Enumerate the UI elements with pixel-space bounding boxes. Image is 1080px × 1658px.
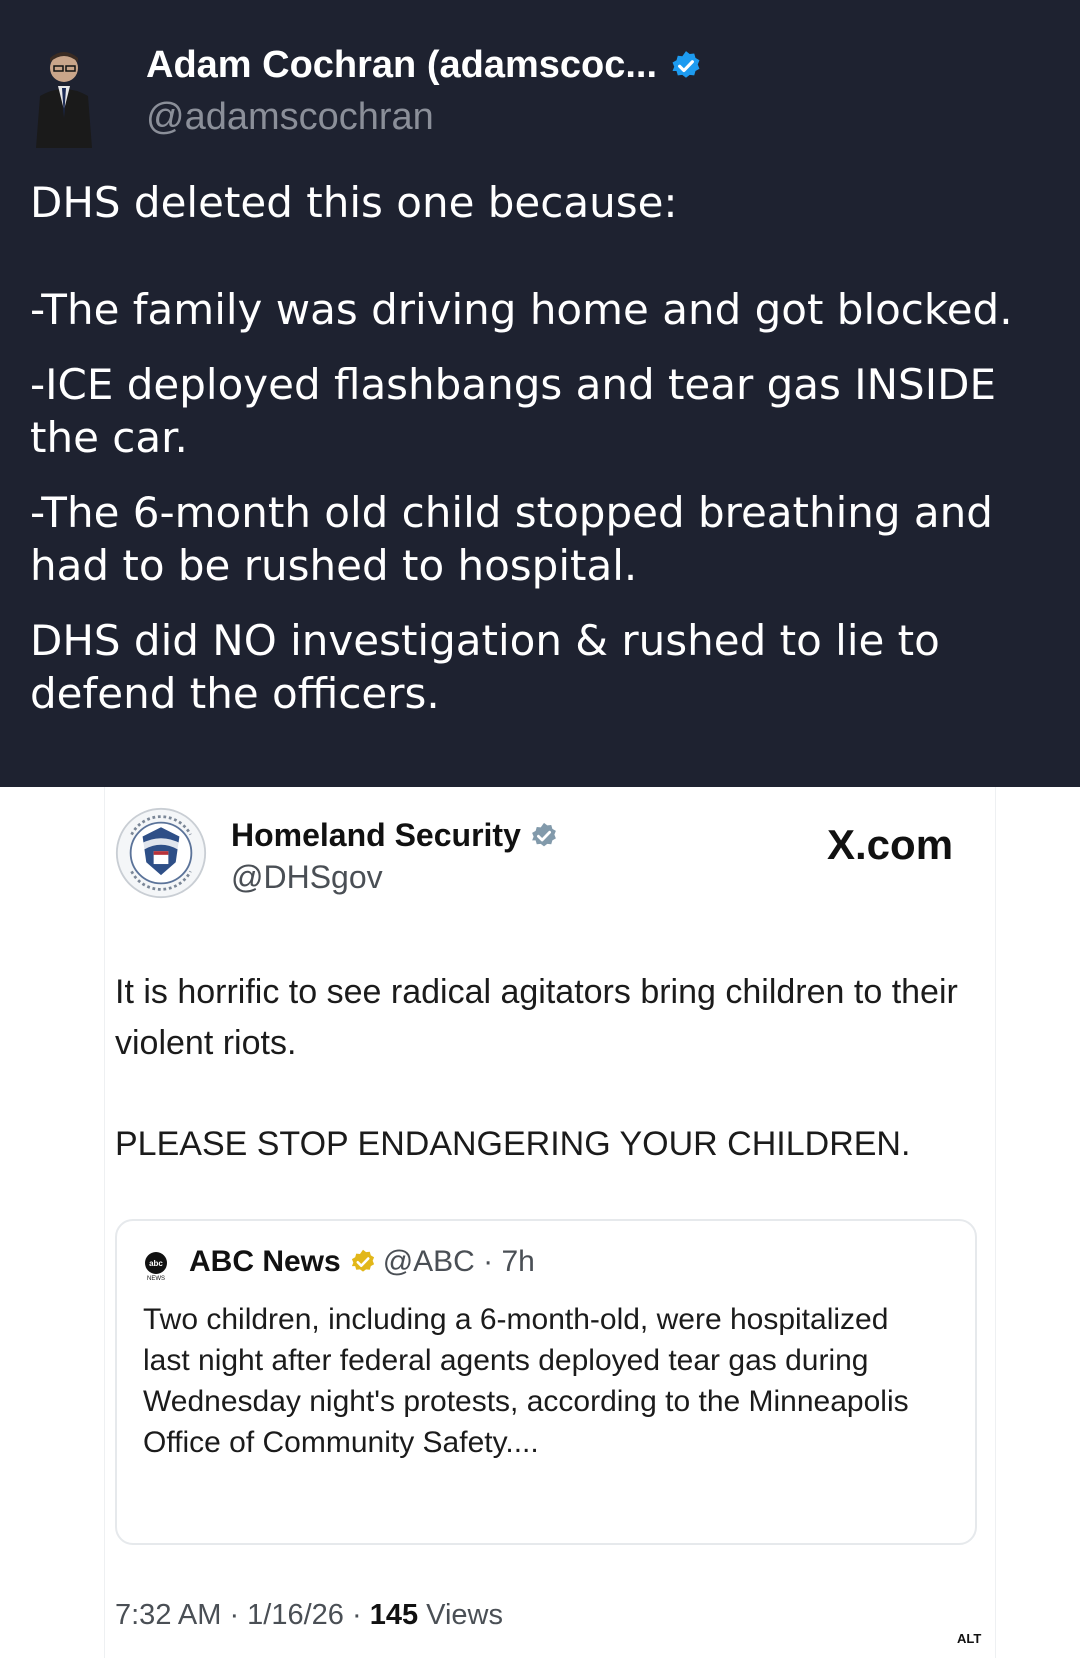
quoted-author-meta: @ABC · 7h	[382, 1245, 535, 1278]
author-handle[interactable]: @adamscochran	[146, 96, 434, 139]
svg-text:abc: abc	[149, 1259, 163, 1268]
dhs-post-caps: PLEASE STOP ENDANGERING YOUR CHILDREN.	[115, 1125, 911, 1163]
views-label: Views	[418, 1599, 503, 1631]
post-line: -The family was driving home and got blo…	[30, 285, 1013, 334]
gold-verified-icon	[351, 1249, 374, 1272]
post-line: DHS deleted this one because:	[30, 178, 678, 227]
views-count: 145	[369, 1599, 419, 1631]
site-label: X.com	[827, 821, 954, 868]
alt-badge[interactable]: ALT	[957, 1631, 981, 1646]
svg-text:NEWS: NEWS	[147, 1276, 165, 1281]
abc-news-logo-icon: abc NEWS	[145, 1252, 167, 1281]
quoted-post[interactable]: abc NEWS ABC News @ABC · 7h Two children…	[115, 1219, 977, 1545]
post-line: -ICE deployed flashbangs and tear gas IN…	[30, 360, 996, 462]
quoted-author-row: ABC News @ABC · 7h	[189, 1245, 535, 1279]
embedded-post-card: Homeland Security @DHSgov X.com It is ho…	[104, 787, 996, 1658]
author-name-text: Adam Cochran (adamscoc...	[146, 44, 658, 86]
dhs-name[interactable]: Homeland Security	[231, 817, 559, 854]
top-post: Adam Cochran (adamscoc... @adamscochran …	[0, 0, 1080, 787]
quoted-author-name[interactable]: ABC News	[189, 1245, 341, 1279]
avatar[interactable]	[26, 48, 102, 148]
post-text: DHS deleted this one because: -The famil…	[30, 176, 1070, 720]
post-timestamp[interactable]: 7:32 AM · 1/16/26 · 145 Views	[115, 1599, 503, 1632]
verified-check-icon	[672, 50, 700, 78]
author-name[interactable]: Adam Cochran (adamscoc...	[146, 44, 703, 87]
timestamp-text: 7:32 AM · 1/16/26 ·	[115, 1599, 370, 1631]
dhs-name-text: Homeland Security	[231, 817, 521, 853]
dhs-handle[interactable]: @DHSgov	[231, 859, 383, 896]
post-line: DHS did NO investigation & rushed to lie…	[30, 616, 940, 718]
dhs-seal-icon[interactable]	[115, 807, 207, 899]
gov-verified-icon	[531, 822, 556, 846]
quoted-post-text: Two children, including a 6-month-old, w…	[143, 1303, 909, 1459]
post-line: -The 6-month old child stopped breathing…	[30, 488, 993, 590]
dhs-post-text: It is horrific to see radical agitators …	[115, 973, 958, 1062]
